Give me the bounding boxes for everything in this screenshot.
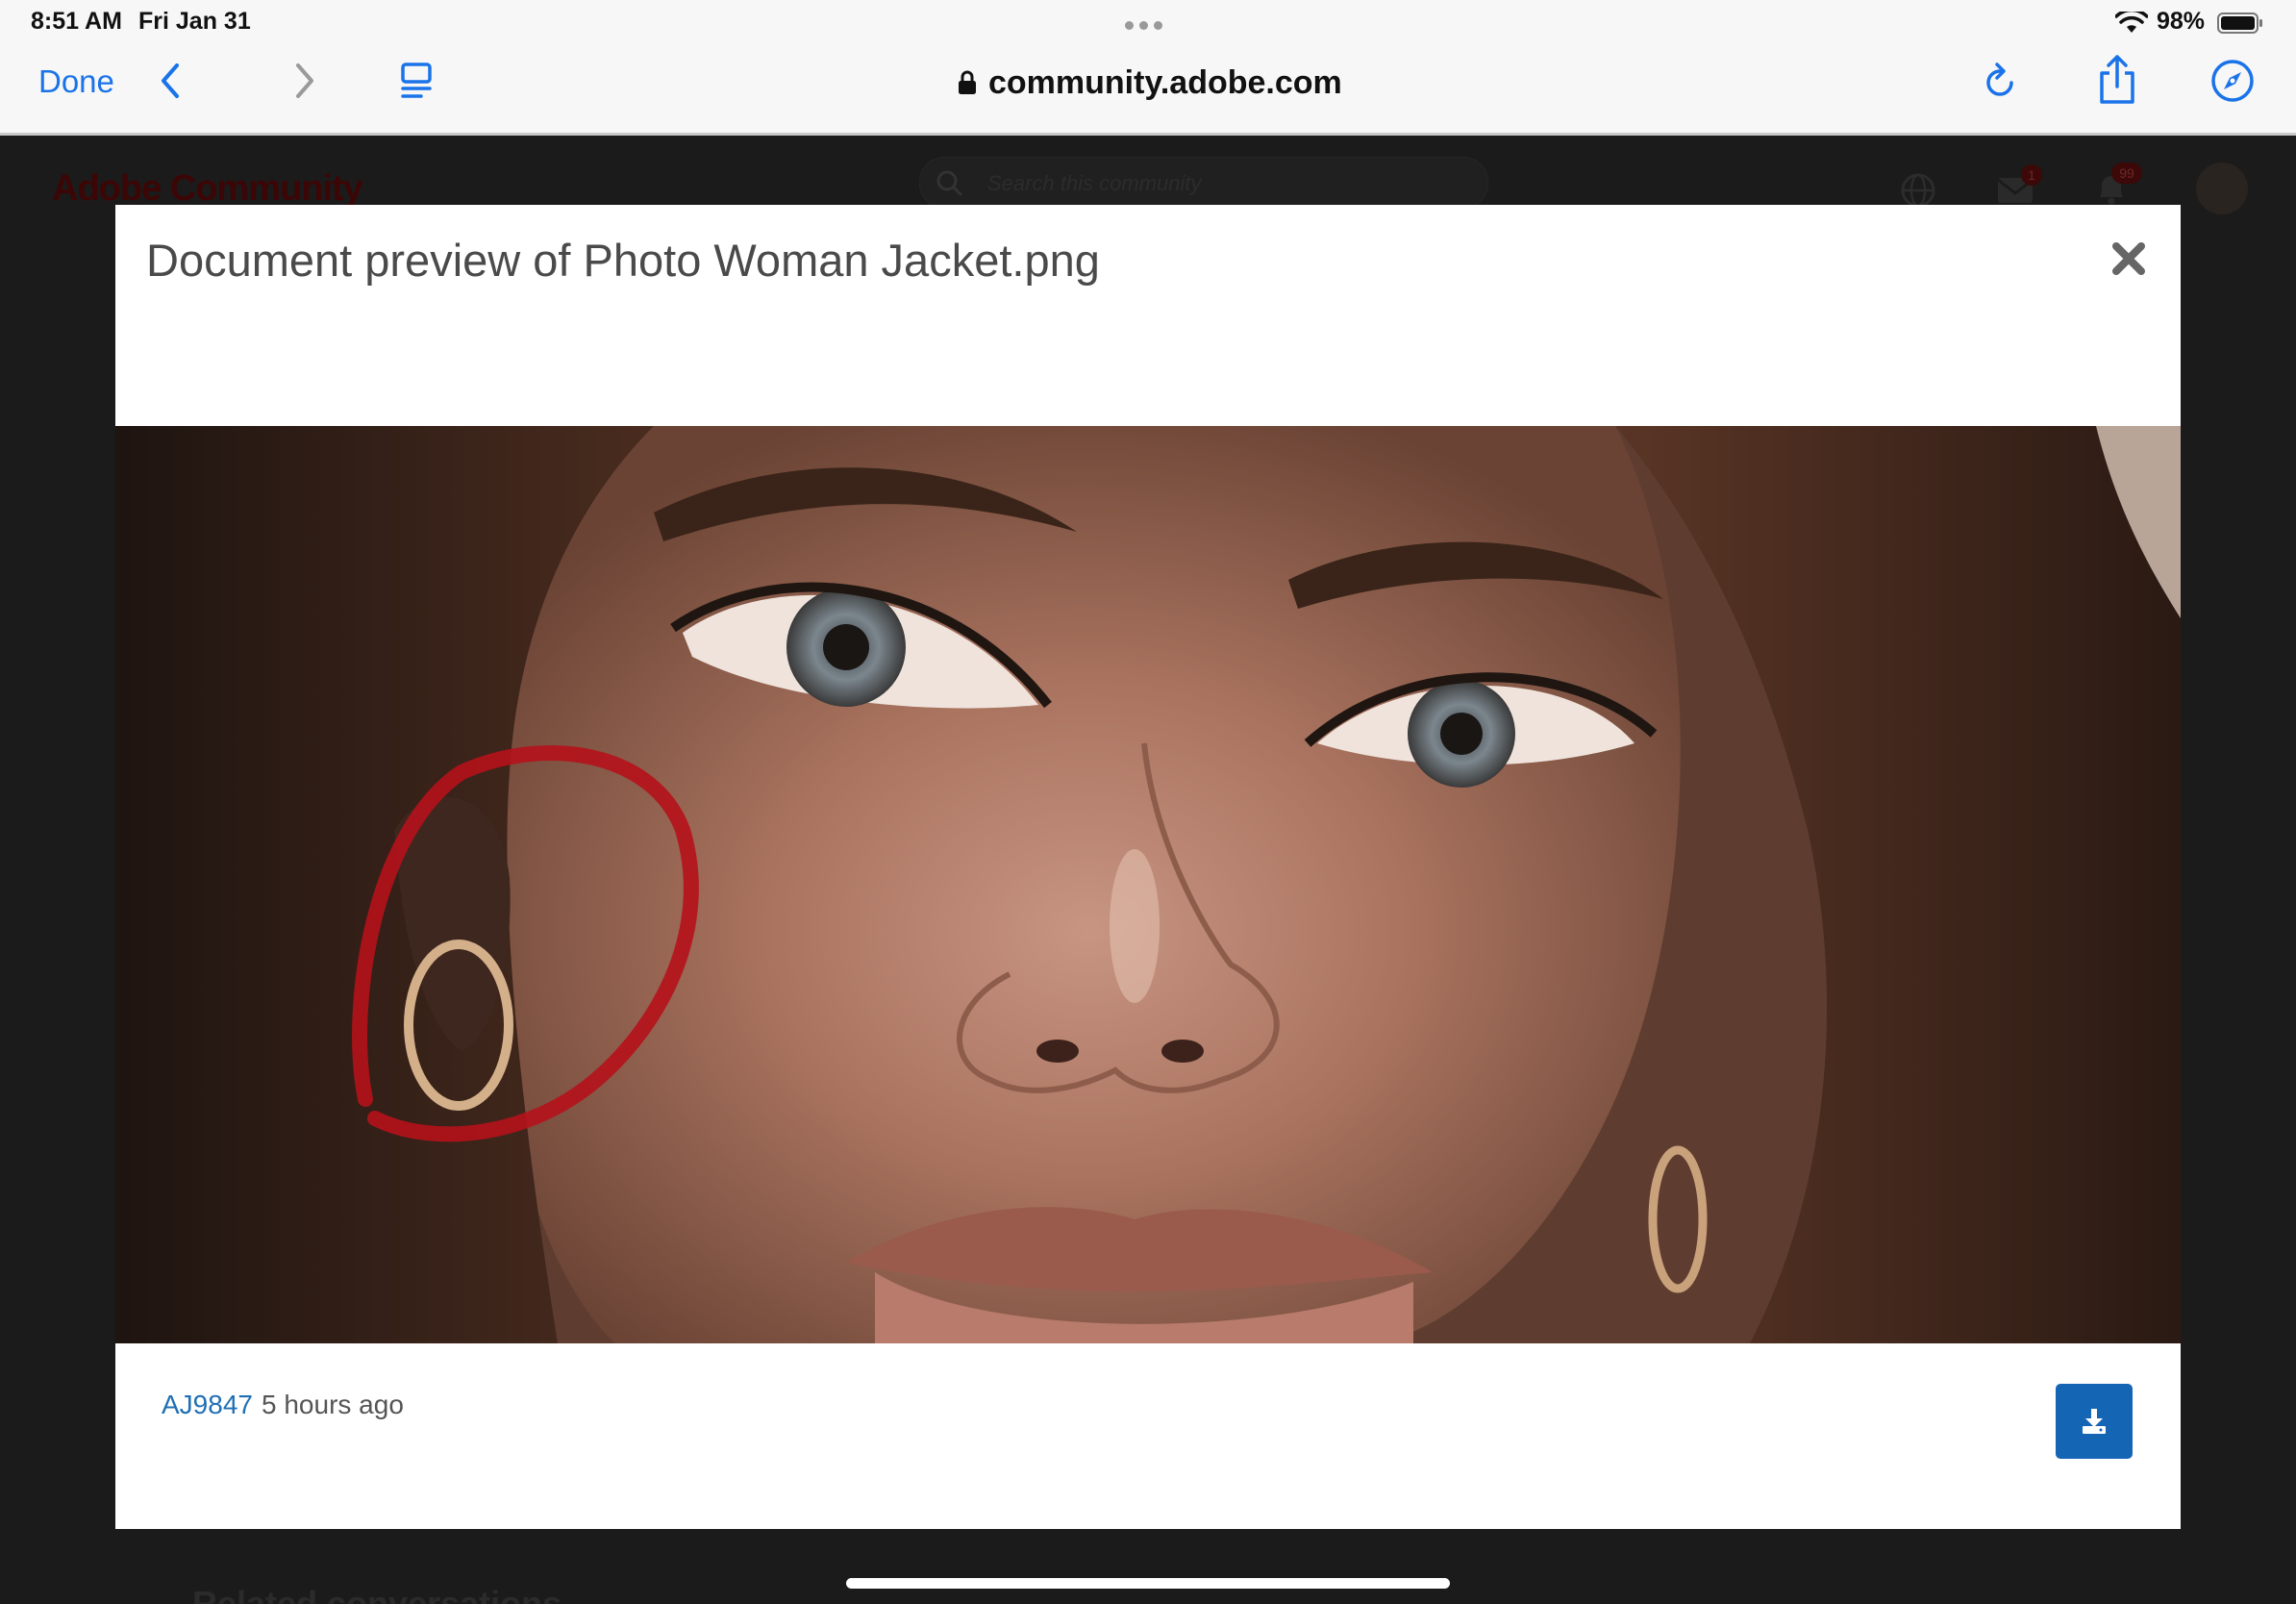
- search-placeholder: Search this community: [987, 171, 1202, 195]
- avatar: [2196, 163, 2248, 214]
- download-button[interactable]: [2056, 1384, 2133, 1459]
- lock-icon: [959, 70, 976, 94]
- forward-icon[interactable]: [288, 60, 321, 102]
- status-bar: 8:51 AM Fri Jan 31 98%: [0, 0, 2296, 44]
- back-icon[interactable]: [154, 60, 187, 102]
- close-icon[interactable]: [2109, 239, 2148, 278]
- address-bar[interactable]: community.adobe.com: [958, 62, 1342, 104]
- url-text: community.adobe.com: [988, 63, 1342, 101]
- done-button[interactable]: Done: [38, 63, 114, 100]
- battery-icon: [2217, 13, 2262, 34]
- community-search-input: Search this community: [919, 157, 1488, 209]
- download-icon: [2083, 1409, 2106, 1434]
- notification-badge: 99: [2111, 163, 2142, 184]
- home-indicator[interactable]: [846, 1578, 1450, 1589]
- status-time: 8:51 AM: [31, 8, 122, 35]
- reload-icon[interactable]: [1981, 60, 2019, 102]
- browser-toolbar: Done community.adobe.com: [0, 44, 2296, 136]
- multitasking-dots-icon[interactable]: [1125, 17, 1171, 30]
- modal-title: Document preview of Photo Woman Jacket.p…: [146, 235, 1100, 286]
- reader-icon[interactable]: [400, 62, 435, 100]
- search-icon: [936, 170, 962, 196]
- portrait-photo: [115, 426, 2181, 1343]
- posted-time: 5 hours ago: [262, 1390, 404, 1419]
- battery-percentage: 98%: [2157, 8, 2206, 35]
- globe-icon: [1901, 173, 1935, 208]
- adobe-community-logo: Adobe Community: [52, 168, 363, 209]
- preview-image: [115, 426, 2181, 1343]
- related-conversations-heading: Related conversations: [192, 1584, 562, 1604]
- document-preview-modal: Document preview of Photo Woman Jacket.p…: [115, 205, 2181, 1529]
- mail-badge: 1: [2021, 164, 2042, 186]
- share-icon[interactable]: [2096, 54, 2138, 106]
- author-link[interactable]: AJ9847: [162, 1390, 253, 1420]
- status-date: Fri Jan 31: [138, 8, 251, 35]
- compass-icon[interactable]: [2209, 58, 2256, 104]
- wifi-icon: [2115, 12, 2148, 33]
